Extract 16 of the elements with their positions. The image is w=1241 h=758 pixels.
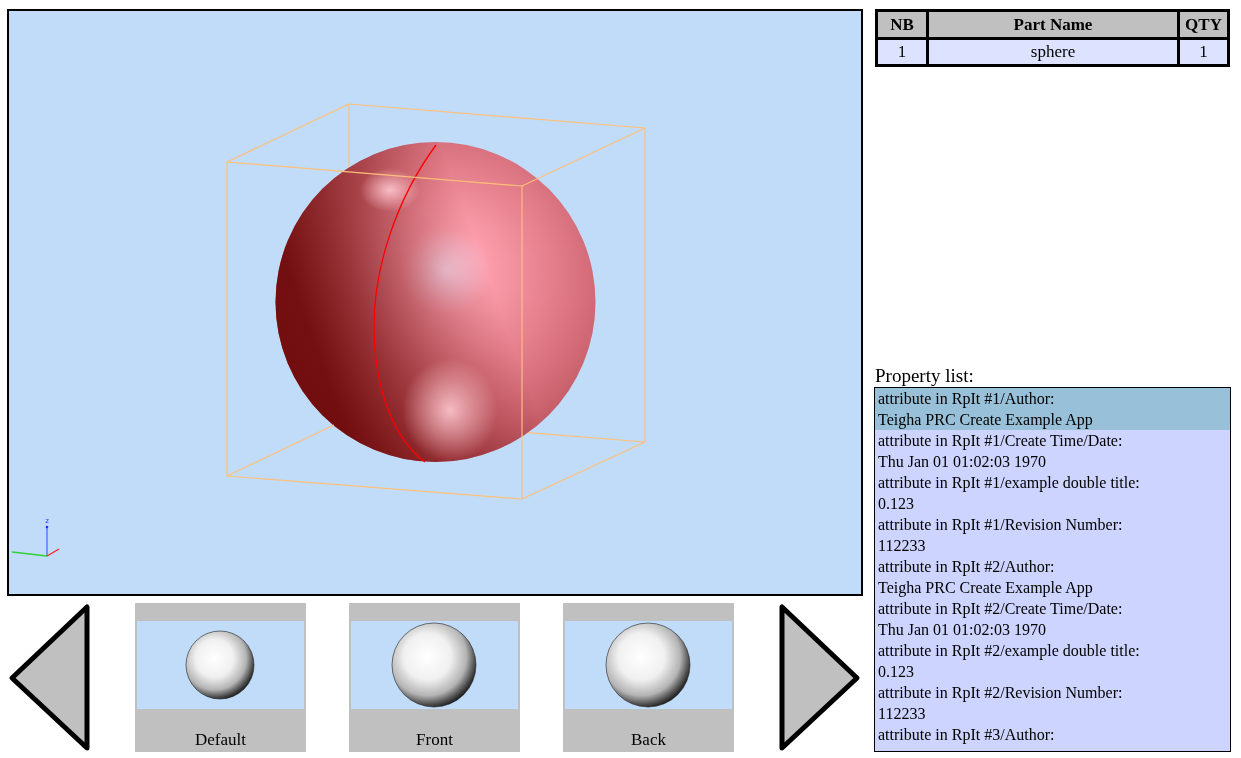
next-button[interactable] <box>777 603 861 752</box>
property-item[interactable]: attribute in RpIt #3/Author: <box>875 724 1230 745</box>
column-header: Part Name <box>929 12 1177 37</box>
left-triangle-icon <box>8 603 92 752</box>
column-header: NB <box>878 12 926 37</box>
table-cell: 1 <box>1180 40 1227 64</box>
previous-button[interactable] <box>8 603 92 752</box>
right-triangle-icon <box>777 603 861 752</box>
axis-triad-icon <box>11 525 60 557</box>
table-cell: 1 <box>878 40 926 64</box>
column-header: QTY <box>1180 12 1227 37</box>
property-list-title: Property list: <box>874 365 975 387</box>
table-cell: sphere <box>929 40 1177 64</box>
view-thumbnail[interactable]: Back <box>563 603 734 752</box>
view-thumbnail[interactable]: Default <box>135 603 306 752</box>
view-thumbnail[interactable]: Front <box>349 603 520 752</box>
